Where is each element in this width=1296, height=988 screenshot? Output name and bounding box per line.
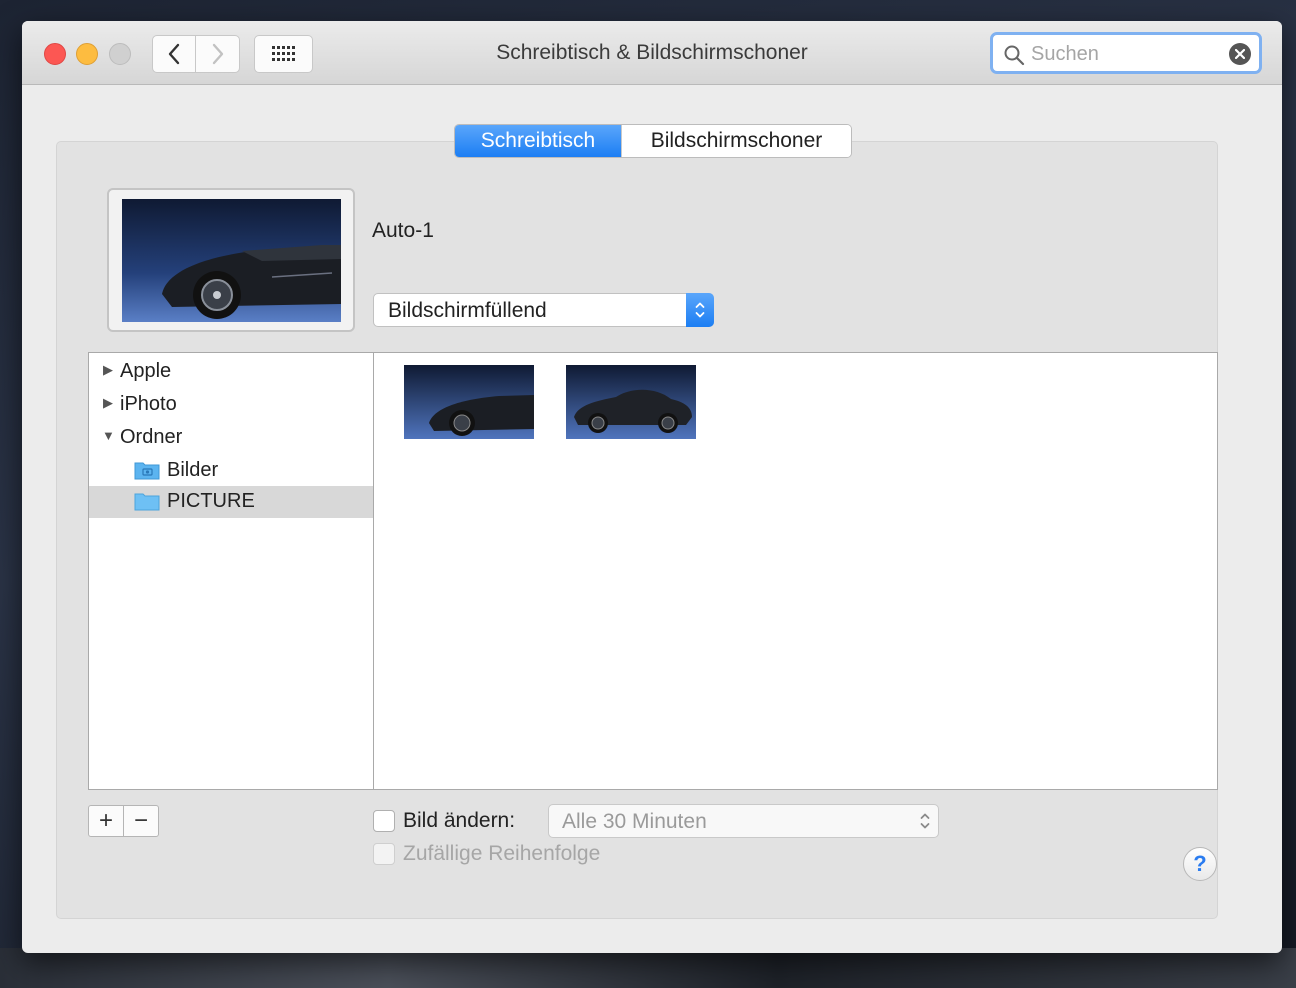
random-order-label: Zufällige Reihenfolge [403, 842, 601, 865]
titlebar: Schreibtisch & Bildschirmschoner [22, 21, 1282, 85]
source-item-bilder[interactable]: Bilder [89, 455, 373, 487]
source-item-iphoto[interactable]: ▶ iPhoto [89, 389, 373, 421]
system-preferences-window: Schreibtisch & Bildschirmschoner Schreib… [22, 21, 1282, 953]
wallpaper-thumbnail-1[interactable] [404, 365, 534, 439]
desktop-background [0, 948, 1296, 988]
chevron-up-down-icon [920, 813, 930, 829]
tab-screensaver[interactable]: Bildschirmschoner [621, 125, 851, 157]
fit-mode-popup[interactable]: Bildschirmfüllend [373, 293, 714, 327]
forward-button[interactable] [195, 35, 240, 73]
source-item-picture[interactable]: PICTURE [89, 486, 373, 518]
search-input[interactable] [1031, 41, 1221, 67]
back-button[interactable] [152, 35, 196, 73]
show-all-button[interactable] [254, 35, 313, 73]
zoom-button[interactable] [109, 43, 131, 65]
source-label: Ordner [120, 426, 183, 448]
change-interval-popup[interactable]: Alle 30 Minuten [548, 804, 939, 838]
chevron-right-icon [212, 43, 223, 65]
source-label: Apple [120, 360, 172, 382]
tab-bar: Schreibtisch Bildschirmschoner [454, 124, 852, 158]
random-order-checkbox[interactable] [373, 843, 395, 865]
close-icon [1235, 49, 1245, 59]
grid-icon [271, 46, 295, 61]
search-field[interactable] [990, 32, 1262, 74]
search-icon [1004, 45, 1025, 66]
source-label: PICTURE [167, 490, 255, 512]
help-button[interactable]: ? [1183, 847, 1217, 881]
picture-grid [373, 352, 1218, 790]
popup-arrows [686, 293, 714, 327]
source-label: iPhoto [120, 393, 177, 415]
car-wallpaper-preview [122, 199, 341, 322]
disclosure-triangle-right-icon[interactable]: ▶ [103, 395, 113, 411]
window-title: Schreibtisch & Bildschirmschoner [496, 41, 808, 64]
folder-camera-icon [134, 462, 160, 480]
wallpaper-thumbnail-2[interactable] [566, 365, 696, 439]
source-item-ordner[interactable]: ▼ Ordner [89, 422, 373, 454]
change-picture-label: Bild ändern: [403, 809, 516, 832]
disclosure-triangle-down-icon[interactable]: ▼ [102, 428, 115, 443]
close-button[interactable] [44, 43, 66, 65]
desktop-preview [107, 188, 355, 332]
source-item-apple[interactable]: ▶ Apple [89, 356, 373, 388]
picture-name: Auto-1 [372, 219, 434, 242]
remove-folder-button[interactable]: − [123, 805, 159, 837]
fit-mode-value: Bildschirmfüllend [388, 299, 547, 322]
chevron-up-down-icon [695, 302, 705, 318]
folder-icon [134, 493, 160, 511]
change-interval-value: Alle 30 Minuten [562, 810, 707, 833]
change-picture-checkbox[interactable] [373, 810, 395, 832]
disclosure-triangle-right-icon[interactable]: ▶ [103, 362, 113, 378]
minimize-button[interactable] [76, 43, 98, 65]
tab-desktop[interactable]: Schreibtisch [455, 125, 621, 157]
source-label: Bilder [167, 459, 219, 481]
chevron-left-icon [168, 43, 180, 65]
clear-search-button[interactable] [1229, 43, 1251, 65]
source-list: ▶ Apple ▶ iPhoto ▼ Ordner Bilder PICTURE [88, 352, 374, 790]
add-folder-button[interactable]: + [88, 805, 124, 837]
